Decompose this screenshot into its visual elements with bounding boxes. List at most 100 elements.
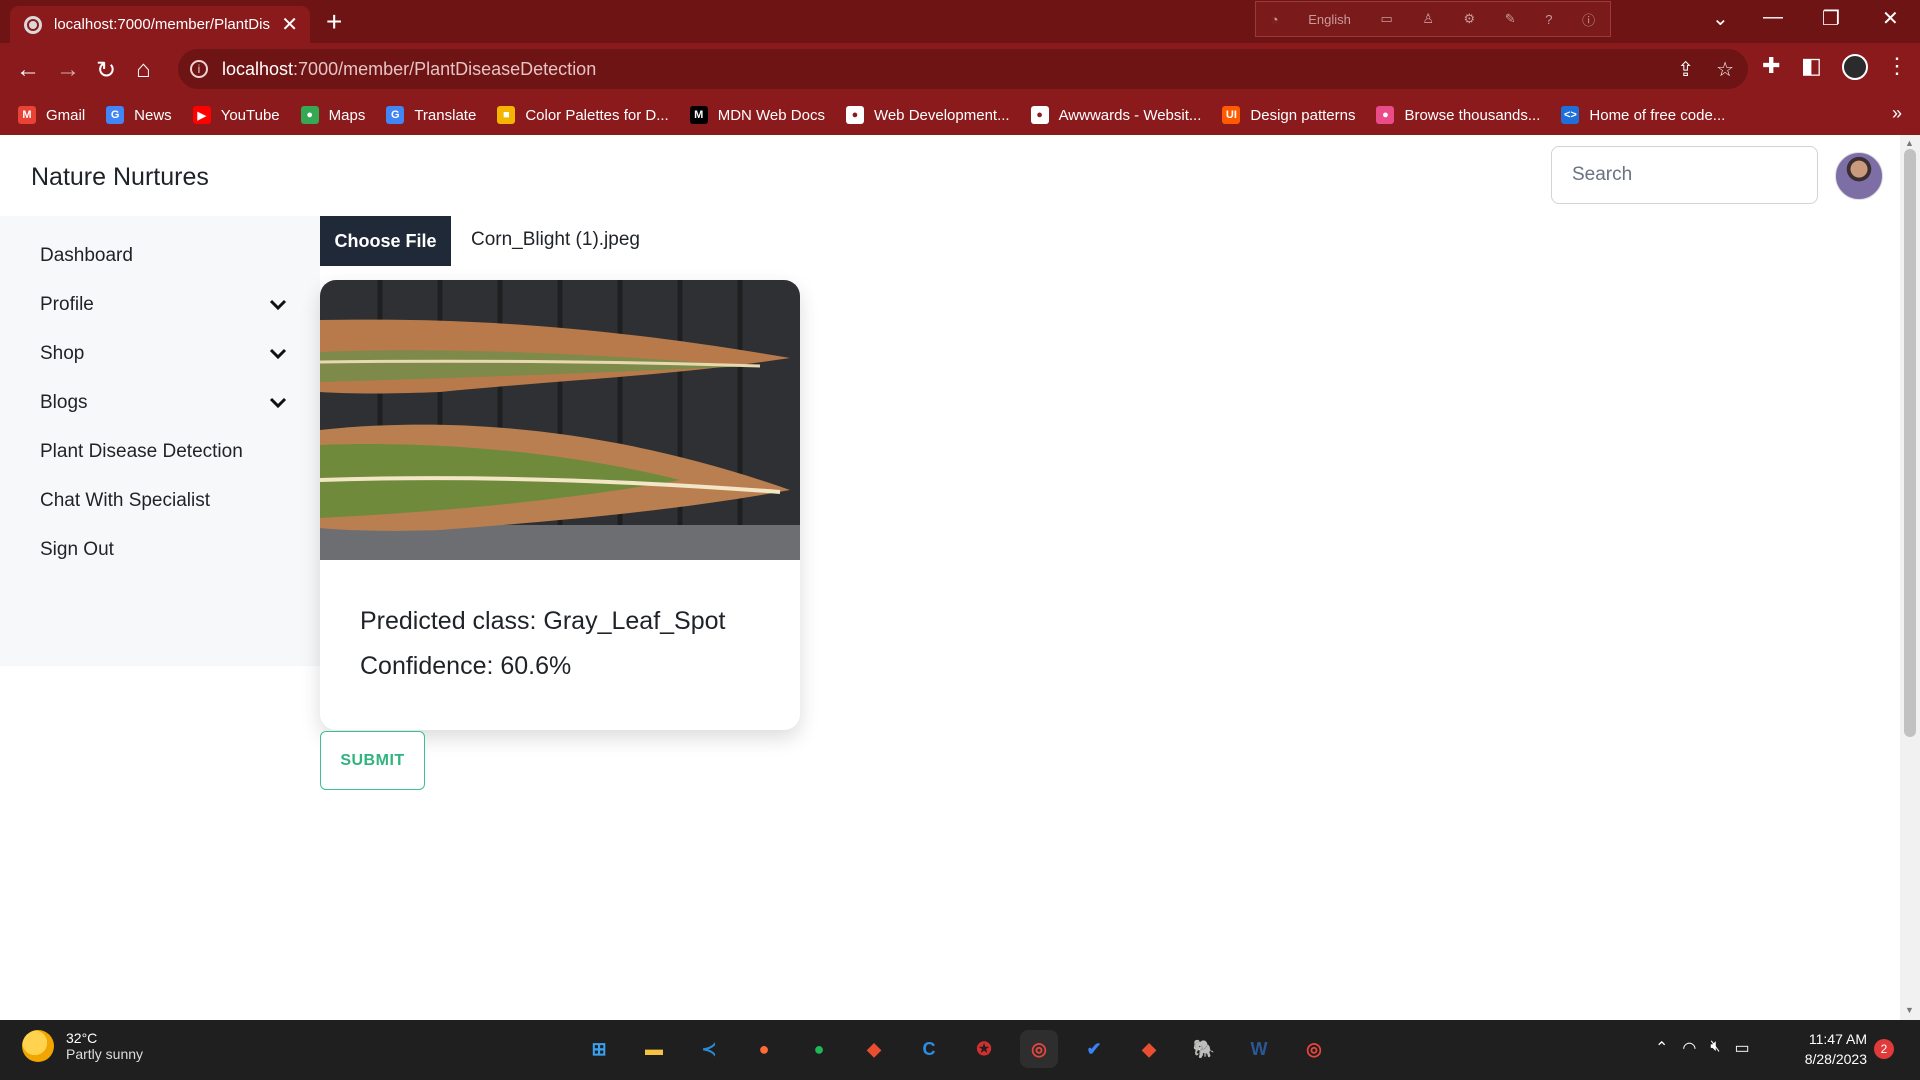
chrome-profile-icon[interactable]: ◎ <box>1295 1030 1333 1068</box>
browser-tab-active[interactable]: localhost:7000/member/PlantDis ✕ <box>10 6 310 43</box>
bookmark-item[interactable]: ● Maps <box>300 106 365 124</box>
wifi-icon[interactable]: ◠ <box>1682 1038 1696 1058</box>
bookmark-item[interactable]: ● Browse thousands... <box>1376 106 1540 124</box>
sidebar-item-plant-disease-detection[interactable]: Plant Disease Detection <box>40 441 290 463</box>
battery-icon[interactable]: ▭ <box>1734 1038 1749 1058</box>
postman-icon[interactable]: ● <box>745 1030 783 1068</box>
app-icon[interactable]: ✪ <box>965 1030 1003 1068</box>
tray-overflow-icon[interactable]: ⌃ <box>1655 1038 1668 1058</box>
sidebar: Dashboard Profile Shop Blogs Plant Disease D… <box>0 216 320 666</box>
sidebar-item-label: Plant Disease Detection <box>40 441 243 462</box>
choose-file-button[interactable]: Choose File <box>320 216 451 266</box>
tab-search-chevron-icon[interactable]: ⌄ <box>1712 6 1729 31</box>
bookmark-item[interactable]: UI Design patterns <box>1222 106 1355 124</box>
bookmark-item[interactable]: G News <box>106 106 172 124</box>
browser-profile-avatar[interactable] <box>1842 54 1868 80</box>
sidebar-item-label: Shop <box>40 343 85 364</box>
submit-button[interactable]: SUBMIT <box>320 731 425 790</box>
sidebar-item-sign-out[interactable]: Sign Out <box>40 539 290 561</box>
bookmarks-overflow-icon[interactable]: » <box>1892 103 1902 124</box>
ime-tool-icon[interactable]: ♙ <box>1422 11 1434 27</box>
ime-logo-icon[interactable]: ◔ <box>1271 12 1279 27</box>
weather-widget[interactable]: 32°C Partly sunny <box>22 1030 143 1062</box>
address-bar[interactable]: i localhost:7000/member/PlantDiseaseDete… <box>178 49 1748 89</box>
clock-time: 11:47 AM <box>1808 1031 1867 1047</box>
window-close-icon[interactable]: ✕ <box>1882 6 1899 31</box>
side-panel-icon[interactable]: ◧ <box>1801 53 1822 79</box>
taskbar-clock[interactable]: 11:47 AM 8/28/2023 <box>1795 1029 1867 1069</box>
system-tray: ⌃ ◠ 🔇︎ ▭ <box>1655 1038 1750 1058</box>
word-icon[interactable]: W <box>1240 1030 1278 1068</box>
user-avatar[interactable] <box>1835 152 1883 200</box>
bookmark-star-icon[interactable]: ☆ <box>1716 57 1734 82</box>
partly-sunny-icon <box>22 1030 54 1062</box>
bookmark-item[interactable]: ■ Color Palettes for D... <box>497 106 669 124</box>
selected-file-name: Corn_Blight (1).jpeg <box>471 229 640 250</box>
search-input[interactable] <box>1551 146 1818 204</box>
site-info-icon[interactable]: i <box>190 60 208 78</box>
bookmark-label: Gmail <box>46 106 86 124</box>
ime-help-icon[interactable]: ? <box>1545 12 1552 27</box>
scrollbar-thumb[interactable] <box>1904 149 1916 737</box>
scroll-up-icon[interactable]: ▲ <box>1905 138 1914 148</box>
chrome-menu-icon[interactable]: ⋮ <box>1886 53 1908 79</box>
bookmark-item[interactable]: M MDN Web Docs <box>689 106 825 124</box>
spotify-icon[interactable]: ● <box>800 1030 838 1068</box>
restore-icon[interactable]: ❐ <box>1822 6 1840 31</box>
windows-start-icon[interactable]: ⊞ <box>580 1030 618 1068</box>
confidence-value: Confidence: 60.6% <box>360 652 572 680</box>
page-scrollbar[interactable]: ▲ ▼ <box>1900 135 1920 1020</box>
ccleaner-icon[interactable]: C <box>910 1030 948 1068</box>
notification-badge[interactable]: 2 <box>1874 1039 1894 1059</box>
ime-settings-icon[interactable]: ⚙ <box>1464 11 1476 27</box>
bookmark-item[interactable]: M Gmail <box>18 106 85 124</box>
brand-title[interactable]: Nature Nurtures <box>31 163 209 192</box>
code-icon: <> <box>1561 106 1580 124</box>
postgresql-icon[interactable]: 🐘 <box>1185 1030 1223 1068</box>
home-icon[interactable]: ⌂ <box>136 56 151 84</box>
git-icon[interactable]: ◆ <box>855 1030 893 1068</box>
ime-keyboard-icon[interactable]: ▭ <box>1380 11 1392 27</box>
ime-info-icon[interactable]: ⓘ <box>1582 10 1595 29</box>
sidebar-item-chat-with-specialist[interactable]: Chat With Specialist <box>40 490 290 512</box>
bookmark-label: News <box>134 106 172 124</box>
sidebar-item-label: Chat With Specialist <box>40 490 211 511</box>
extensions-icon[interactable]: ✚ <box>1762 53 1780 79</box>
color-palettes-icon: ■ <box>497 106 516 124</box>
bookmark-item[interactable]: ▶ YouTube <box>192 106 280 124</box>
chrome-icon[interactable]: ◎ <box>1020 1030 1058 1068</box>
bookmark-item[interactable]: ● Awwwards - Websit... <box>1030 106 1201 124</box>
prediction-card: Predicted class: Gray_Leaf_Spot Confiden… <box>320 280 800 730</box>
chevron-down-icon[interactable] <box>266 341 290 365</box>
back-icon[interactable]: ← <box>16 56 40 84</box>
chevron-down-icon[interactable] <box>266 292 290 316</box>
minimize-icon[interactable]: — <box>1763 6 1783 29</box>
chevron-down-icon[interactable] <box>266 390 290 414</box>
sidebar-item-shop[interactable]: Shop <box>40 343 290 365</box>
scroll-down-icon[interactable]: ▼ <box>1905 1005 1914 1015</box>
tab-close-icon[interactable]: ✕ <box>281 12 298 37</box>
sidebar-item-profile[interactable]: Profile <box>40 294 290 316</box>
ime-toolbar: ◔ English ▭ ♙ ⚙ ✎ ? ⓘ <box>1255 1 1611 37</box>
ime-pen-icon[interactable]: ✎ <box>1505 11 1516 27</box>
bookmark-item[interactable]: ● Web Development... <box>845 106 1010 124</box>
reload-icon[interactable]: ↻ <box>96 56 116 85</box>
volume-muted-icon[interactable]: 🔇︎ <box>1710 1038 1720 1058</box>
share-icon[interactable]: ⇪ <box>1677 57 1694 82</box>
forward-icon[interactable]: → <box>56 56 80 84</box>
vscode-icon[interactable]: ≺ <box>690 1030 728 1068</box>
sidebar-item-label: Profile <box>40 294 94 315</box>
mdn-icon: M <box>689 106 708 124</box>
sidebar-item-dashboard[interactable]: Dashboard <box>40 245 290 267</box>
bookmark-item[interactable]: G Translate <box>386 106 476 124</box>
file-explorer-icon[interactable]: ▬ <box>635 1030 673 1068</box>
bookmark-item[interactable]: <> Home of free code... <box>1561 106 1725 124</box>
git-gui-icon[interactable]: ◆ <box>1130 1030 1168 1068</box>
dribbble-icon: ● <box>1376 106 1395 124</box>
new-tab-icon[interactable]: + <box>326 6 342 38</box>
bookmark-label: Color Palettes for D... <box>525 106 669 124</box>
todo-icon[interactable]: ✔ <box>1075 1030 1113 1068</box>
ime-language[interactable]: English <box>1308 12 1351 27</box>
sidebar-item-blogs[interactable]: Blogs <box>40 392 290 414</box>
gmail-icon: M <box>18 106 36 124</box>
